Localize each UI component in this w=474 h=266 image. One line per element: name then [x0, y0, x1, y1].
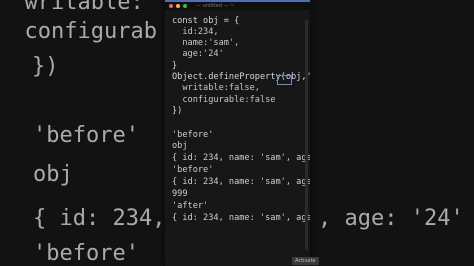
close-window-icon[interactable]	[169, 4, 173, 8]
window-titlebar: — untitled — ~	[165, 2, 310, 10]
window-title: — untitled — ~	[196, 3, 235, 9]
code-line: writable:false,	[172, 83, 260, 93]
output-line: 'before'	[172, 130, 214, 140]
code-line: id:234,	[172, 27, 219, 37]
code-line: const obj = {	[172, 16, 240, 26]
output-line: { id: 234, name: 'sam', age: '24' }	[172, 213, 310, 223]
vertical-scrollbar[interactable]	[305, 20, 308, 250]
output-line: { id: 234, name: 'sam', age: '24' }	[172, 153, 310, 163]
left-overlay	[0, 0, 165, 266]
output-line: 999	[172, 189, 188, 199]
output-line: 'before'	[172, 165, 214, 175]
maximize-window-icon[interactable]	[183, 4, 187, 8]
output-line: 'after'	[172, 201, 209, 211]
code-line: })	[172, 106, 183, 116]
status-badge: Activate	[292, 257, 319, 265]
output-line: { id: 234, name: 'sam', age: '24' }	[172, 177, 310, 187]
code-editor-window: — untitled — ~ const obj = { id:234, nam…	[165, 0, 310, 266]
right-overlay	[310, 0, 474, 266]
output-line: obj	[172, 141, 188, 151]
code-line: configurable:false	[172, 95, 276, 105]
code-line: Object.defineProperty(obj,'id',{	[172, 72, 310, 82]
code-line: name:'sam',	[172, 38, 240, 48]
code-line: age:'24'	[172, 49, 224, 59]
code-line: }	[172, 61, 178, 71]
minimize-window-icon[interactable]	[176, 4, 180, 8]
